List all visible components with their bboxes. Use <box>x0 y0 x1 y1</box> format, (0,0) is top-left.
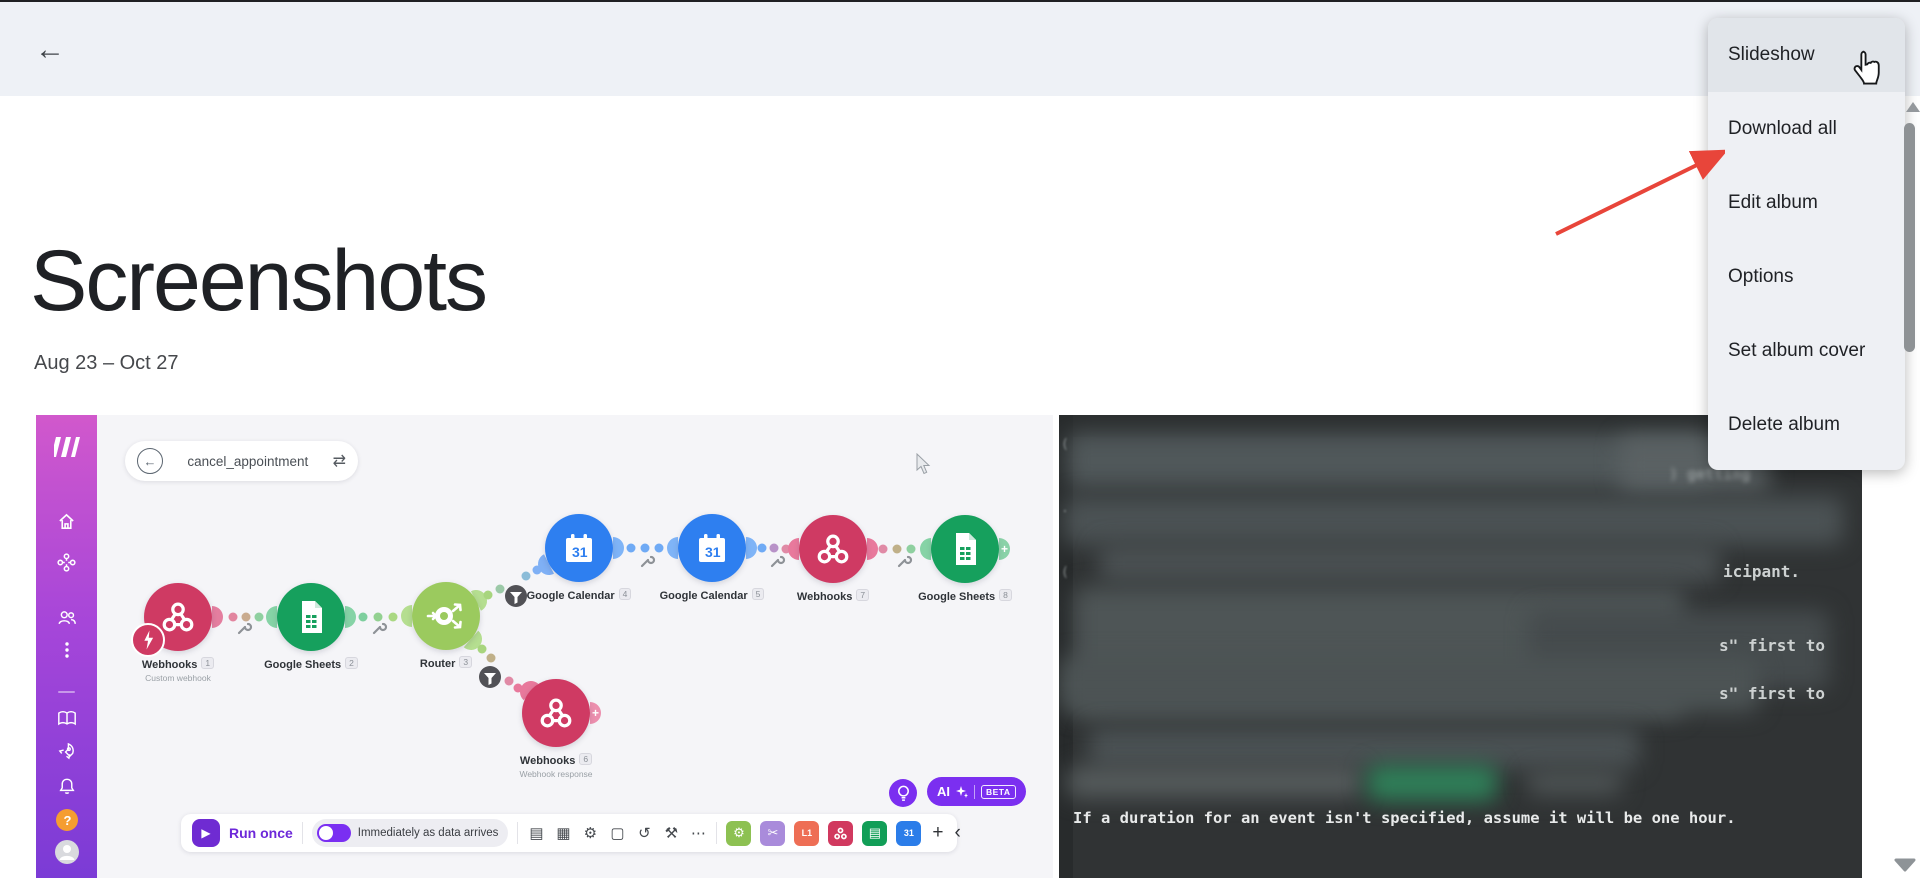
webhook-icon <box>799 515 867 583</box>
make-logo <box>36 433 97 461</box>
svg-text:31: 31 <box>705 544 721 560</box>
redacted-block <box>1067 767 1362 797</box>
divider <box>302 822 303 844</box>
svg-text:31: 31 <box>572 544 588 560</box>
menu-item-download-all[interactable]: Download all <box>1708 92 1905 166</box>
redacted-block <box>1527 771 1622 795</box>
router-icon <box>412 582 480 650</box>
templates-icon[interactable] <box>36 707 97 729</box>
module-google-calendar-2[interactable]: 31 Google Calendar5 <box>678 514 746 582</box>
webhook-app-button[interactable] <box>828 821 853 846</box>
help-icon[interactable]: ? <box>36 808 97 832</box>
scenario-name: cancel_appointment <box>173 454 323 469</box>
sidebar-divider <box>58 691 75 693</box>
menu-item-edit-album[interactable]: Edit album <box>1708 166 1905 240</box>
ai-sparkle-icon <box>956 786 968 798</box>
redacted-block <box>1089 727 1639 769</box>
svg-text:?: ? <box>63 813 71 828</box>
google-calendar-icon: 31 <box>545 514 613 582</box>
module-webhooks-trigger[interactable]: Webhooks1 Custom webhook <box>144 583 212 651</box>
redacted-block <box>1067 433 1707 488</box>
redacted-block <box>1059 657 1759 712</box>
terminal-text-line: s" first to <box>1719 684 1825 703</box>
photo-terminal[interactable]: ( . ( ) getting icipant. s" first to s" … <box>1059 415 1862 878</box>
svg-text:+: + <box>592 706 599 720</box>
run-once-label: Run once <box>229 825 293 841</box>
module-webhook-response[interactable]: Webhooks6 Webhook response <box>522 679 590 747</box>
tools-icon[interactable]: ⚒ <box>662 824 680 842</box>
photo-make-scenario[interactable]: + + Webhooks1 Custom webhook <box>36 415 1053 878</box>
calendar-app-button[interactable]: 31 <box>896 821 921 846</box>
divider <box>716 822 717 844</box>
mouse-cursor <box>916 453 932 475</box>
sheets-app-button[interactable]: ▤ <box>862 821 887 846</box>
scheduling-toggle[interactable] <box>317 824 351 842</box>
menu-item-set-album-cover[interactable]: Set album cover <box>1708 314 1905 388</box>
scenario-back-icon[interactable]: ← <box>137 448 163 474</box>
menu-item-options[interactable]: Options <box>1708 240 1905 314</box>
users-icon[interactable] <box>36 606 97 628</box>
terminal-bottom-line: If a duration for an event isn't specifi… <box>1073 809 1736 827</box>
annotation-arrow <box>1540 140 1725 245</box>
terminal-text-line: s" first to <box>1719 636 1825 655</box>
run-once-button[interactable]: ▶ <box>192 819 220 847</box>
instant-trigger-icon <box>131 623 165 657</box>
google-sheets-icon <box>277 583 345 651</box>
scenario-toolbar: ▶ Run once Immediately as data arrives ▤… <box>181 814 957 852</box>
terminal-text-line: icipant. <box>1723 562 1800 581</box>
auto-align-button[interactable]: ⚙ <box>726 821 751 846</box>
home-icon[interactable] <box>36 510 97 532</box>
google-calendar-icon: 31 <box>678 514 746 582</box>
back-button[interactable]: ← <box>30 30 70 70</box>
beta-badge: BETA <box>981 785 1016 799</box>
settings-icon[interactable]: ⚙ <box>581 824 599 842</box>
tools-button[interactable]: ✂ <box>760 821 785 846</box>
more-icon[interactable]: ⋯ <box>689 824 707 842</box>
save-icon[interactable]: ▤ <box>527 824 545 842</box>
notifications-icon[interactable] <box>36 775 97 797</box>
module-google-calendar-1[interactable]: 31 Google Calendar4 <box>545 514 613 582</box>
module-router[interactable]: Router3 <box>412 582 480 650</box>
undo-icon[interactable]: ↺ <box>635 824 653 842</box>
module-webhooks-2[interactable]: Webhooks7 <box>799 515 867 583</box>
divider <box>517 822 518 844</box>
redacted-block <box>1063 497 1843 545</box>
scheduling-pill[interactable]: Immediately as data arrives <box>312 819 509 847</box>
module-google-sheets-2[interactable]: Google Sheets8 <box>931 515 999 583</box>
google-sheets-icon <box>931 515 999 583</box>
add-module-button[interactable]: + <box>932 822 943 844</box>
zoom-level-button[interactable]: L1 <box>794 821 819 846</box>
scenario-name-bar[interactable]: ← cancel_appointment ⇄ <box>125 441 358 481</box>
album-title: Screenshots <box>30 238 486 324</box>
scrollbar-down-arrow[interactable] <box>1893 856 1917 874</box>
redacted-block <box>1099 543 1719 583</box>
svg-text:+: + <box>1001 542 1008 556</box>
scrollbar-thumb[interactable] <box>1904 123 1915 352</box>
notes-icon[interactable]: ▢ <box>608 824 626 842</box>
lightbulb-icon <box>896 785 911 802</box>
profile-avatar[interactable] <box>36 839 97 865</box>
rocket-icon[interactable] <box>36 740 97 762</box>
scrollbar-up-arrow[interactable] <box>1906 102 1920 112</box>
ai-beta-button[interactable]: AI BETA <box>927 777 1026 806</box>
scenarios-icon[interactable] <box>36 551 97 573</box>
more-vertical-icon[interactable] <box>36 640 97 660</box>
redacted-green-button <box>1367 765 1497 801</box>
menu-item-delete-album[interactable]: Delete album <box>1708 388 1905 462</box>
align-icon[interactable]: ▦ <box>554 824 572 842</box>
hand-cursor <box>1850 48 1884 88</box>
collapse-toolbar-button[interactable]: ‹ <box>955 822 961 844</box>
swap-icon[interactable]: ⇄ <box>333 451 346 471</box>
app-header: ← <box>0 2 1920 96</box>
divider <box>974 785 975 799</box>
module-google-sheets-1[interactable]: Google Sheets2 <box>277 583 345 651</box>
back-arrow-icon: ← <box>35 33 65 67</box>
make-sidebar: ? <box>36 415 97 878</box>
hints-button[interactable] <box>889 779 917 807</box>
album-date-range: Aug 23 – Oct 27 <box>34 352 179 375</box>
webhook-icon <box>522 679 590 747</box>
